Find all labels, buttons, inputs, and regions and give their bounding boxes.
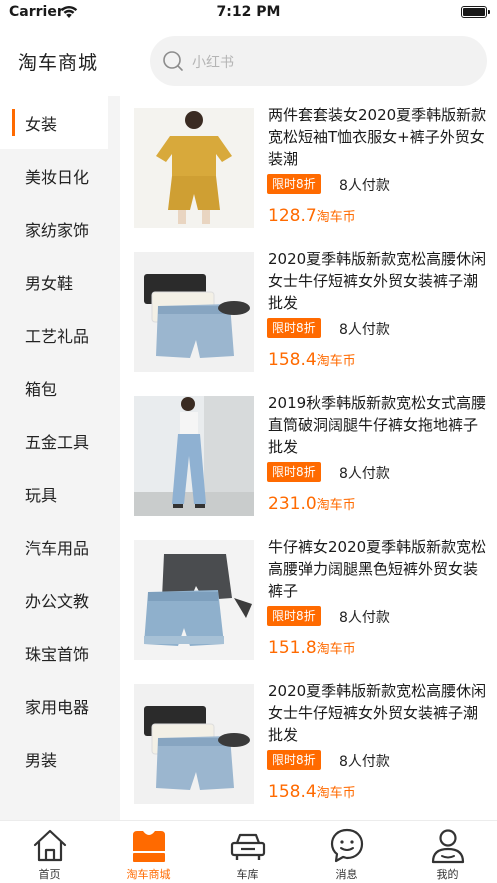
product-title: 2019秋季韩版新款宽松女式高腰直筒破洞阔腿牛仔裤女拖地裤子批发 (268, 394, 487, 456)
search-input[interactable]: 小红书 (150, 36, 487, 86)
search-placeholder: 小红书 (192, 55, 234, 71)
price-amount: 231.0 (268, 494, 317, 514)
product-image[interactable] (134, 684, 254, 804)
sidebar-item-menswear[interactable]: 男装 (0, 732, 120, 785)
car-icon (230, 833, 266, 860)
active-indicator (12, 109, 15, 136)
paid-count: 8人付款 (339, 610, 390, 626)
sidebar-item-hardware-tools[interactable]: 五金工具 (0, 414, 120, 467)
tab-label: 首页 (38, 868, 61, 881)
product-price: 158.4淘车币 (268, 350, 356, 370)
paid-count: 8人付款 (339, 178, 390, 194)
product-title: 牛仔裤女2020夏季韩版新款宽松高腰弹力阔腿黑色短裤外贸女装裤子 (268, 538, 487, 600)
product-title: 两件套套装女2020夏季韩版新款宽松短袖T恤衣服女+裤子外贸女装潮 (268, 106, 487, 168)
product-card[interactable]: 2019秋季韩版新款宽松女式高腰直筒破洞阔腿牛仔裤女拖地裤子批发 限时8折 8人… (120, 384, 497, 528)
price-unit: 淘车币 (316, 498, 356, 513)
tab-label: 车库 (236, 868, 259, 881)
price-amount: 158.4 (268, 782, 317, 802)
product-price: 128.7淘车币 (268, 206, 356, 226)
tab-label: 消息 (335, 868, 358, 881)
status-bar: Carrier 7:12 PM (0, 0, 497, 26)
sidebar-item-jewelry[interactable]: 珠宝首饰 (0, 626, 120, 679)
search-icon (163, 51, 183, 71)
sidebar-item-label: 办公文教 (25, 592, 90, 611)
sidebar-item-shoes[interactable]: 男女鞋 (0, 255, 120, 308)
category-sidebar: 女装 美妆日化 家纺家饰 男女鞋 工艺礼品 箱包 五金工具 玩具 汽车用品 办公… (0, 96, 120, 820)
home-icon (33, 829, 67, 862)
paid-count: 8人付款 (339, 466, 390, 482)
sidebar-item-label: 男女鞋 (25, 274, 74, 293)
tab-garage[interactable]: 车库 (198, 821, 297, 883)
sidebar-item-label: 玩具 (25, 486, 58, 505)
price-unit: 淘车币 (316, 210, 356, 225)
profile-icon (431, 829, 465, 864)
bottom-tab-bar: 首页 淘车商城 车库 消息 我的 (0, 820, 497, 883)
sidebar-item-label: 男装 (25, 751, 58, 770)
product-card[interactable]: 两件套套装女2020夏季韩版新款宽松短袖T恤衣服女+裤子外贸女装潮 限时8折 8… (120, 96, 497, 240)
sidebar-item-label: 汽车用品 (25, 539, 90, 558)
product-image[interactable] (134, 396, 254, 516)
discount-badge: 限时8折 (267, 606, 321, 626)
price-unit: 淘车币 (316, 354, 356, 369)
product-price: 158.4淘车币 (268, 782, 356, 802)
page-title: 淘车商城 (18, 52, 99, 74)
sidebar-item-home-textiles[interactable]: 家纺家饰 (0, 202, 120, 255)
price-amount: 151.8 (268, 638, 317, 658)
sidebar-item-auto-supplies[interactable]: 汽车用品 (0, 520, 120, 573)
price-unit: 淘车币 (316, 786, 356, 801)
discount-badge: 限时8折 (267, 318, 321, 338)
sidebar-item-bags[interactable]: 箱包 (0, 361, 120, 414)
price-amount: 158.4 (268, 350, 317, 370)
sidebar-item-label: 家纺家饰 (25, 221, 90, 240)
sidebar-item-label: 珠宝首饰 (25, 645, 90, 664)
sidebar-item-womens-clothing[interactable]: 女装 (0, 96, 108, 149)
tab-label: 淘车商城 (126, 868, 171, 881)
header: 淘车商城 小红书 (0, 26, 497, 96)
sidebar-item-appliances[interactable]: 家用电器 (0, 679, 120, 732)
product-price: 231.0淘车币 (268, 494, 356, 514)
clock: 7:12 PM (216, 4, 281, 20)
price-unit: 淘车币 (316, 642, 356, 657)
product-list[interactable]: 两件套套装女2020夏季韩版新款宽松短袖T恤衣服女+裤子外贸女装潮 限时8折 8… (120, 96, 497, 820)
sidebar-item-office-stationery[interactable]: 办公文教 (0, 573, 120, 626)
sidebar-item-toys[interactable]: 玩具 (0, 467, 120, 520)
tab-shop[interactable]: 淘车商城 (99, 821, 198, 883)
sidebar-item-cosmetics[interactable]: 美妆日化 (0, 149, 120, 202)
tab-profile[interactable]: 我的 (398, 821, 497, 883)
sidebar-item-label: 美妆日化 (25, 168, 90, 187)
message-icon (330, 828, 364, 863)
product-price: 151.8淘车币 (268, 638, 356, 658)
battery-icon (461, 6, 490, 18)
sidebar-item-label: 女装 (25, 115, 58, 134)
sidebar-item-crafts-gifts[interactable]: 工艺礼品 (0, 308, 120, 361)
tab-home[interactable]: 首页 (0, 821, 99, 883)
product-card[interactable]: 2020夏季韩版新款宽松高腰休闲女士牛仔短裤女外贸女装裤子潮批发 限时8折 8人… (120, 240, 497, 384)
discount-badge: 限时8折 (267, 750, 321, 770)
sidebar-item-label: 五金工具 (25, 433, 90, 452)
product-image[interactable] (134, 108, 254, 228)
sidebar-item-label: 工艺礼品 (25, 327, 90, 346)
tab-label: 我的 (436, 868, 459, 881)
product-image[interactable] (134, 540, 254, 660)
discount-badge: 限时8折 (267, 174, 321, 194)
sidebar-item-label: 家用电器 (25, 698, 90, 717)
product-title: 2020夏季韩版新款宽松高腰休闲女士牛仔短裤女外贸女装裤子潮批发 (268, 250, 487, 312)
product-image[interactable] (134, 252, 254, 372)
product-title: 2020夏季韩版新款宽松高腰休闲女士牛仔短裤女外贸女装裤子潮批发 (268, 682, 487, 744)
sidebar-item-label: 箱包 (25, 380, 58, 399)
price-amount: 128.7 (268, 206, 317, 226)
tab-messages[interactable]: 消息 (297, 821, 396, 883)
paid-count: 8人付款 (339, 322, 390, 338)
product-card[interactable]: 2020夏季韩版新款宽松高腰休闲女士牛仔短裤女外贸女装裤子潮批发 限时8折 8人… (120, 672, 497, 816)
discount-badge: 限时8折 (267, 462, 321, 482)
shop-icon (133, 831, 165, 862)
paid-count: 8人付款 (339, 754, 390, 770)
product-card[interactable]: 牛仔裤女2020夏季韩版新款宽松高腰弹力阔腿黑色短裤外贸女装裤子 限时8折 8人… (120, 528, 497, 672)
